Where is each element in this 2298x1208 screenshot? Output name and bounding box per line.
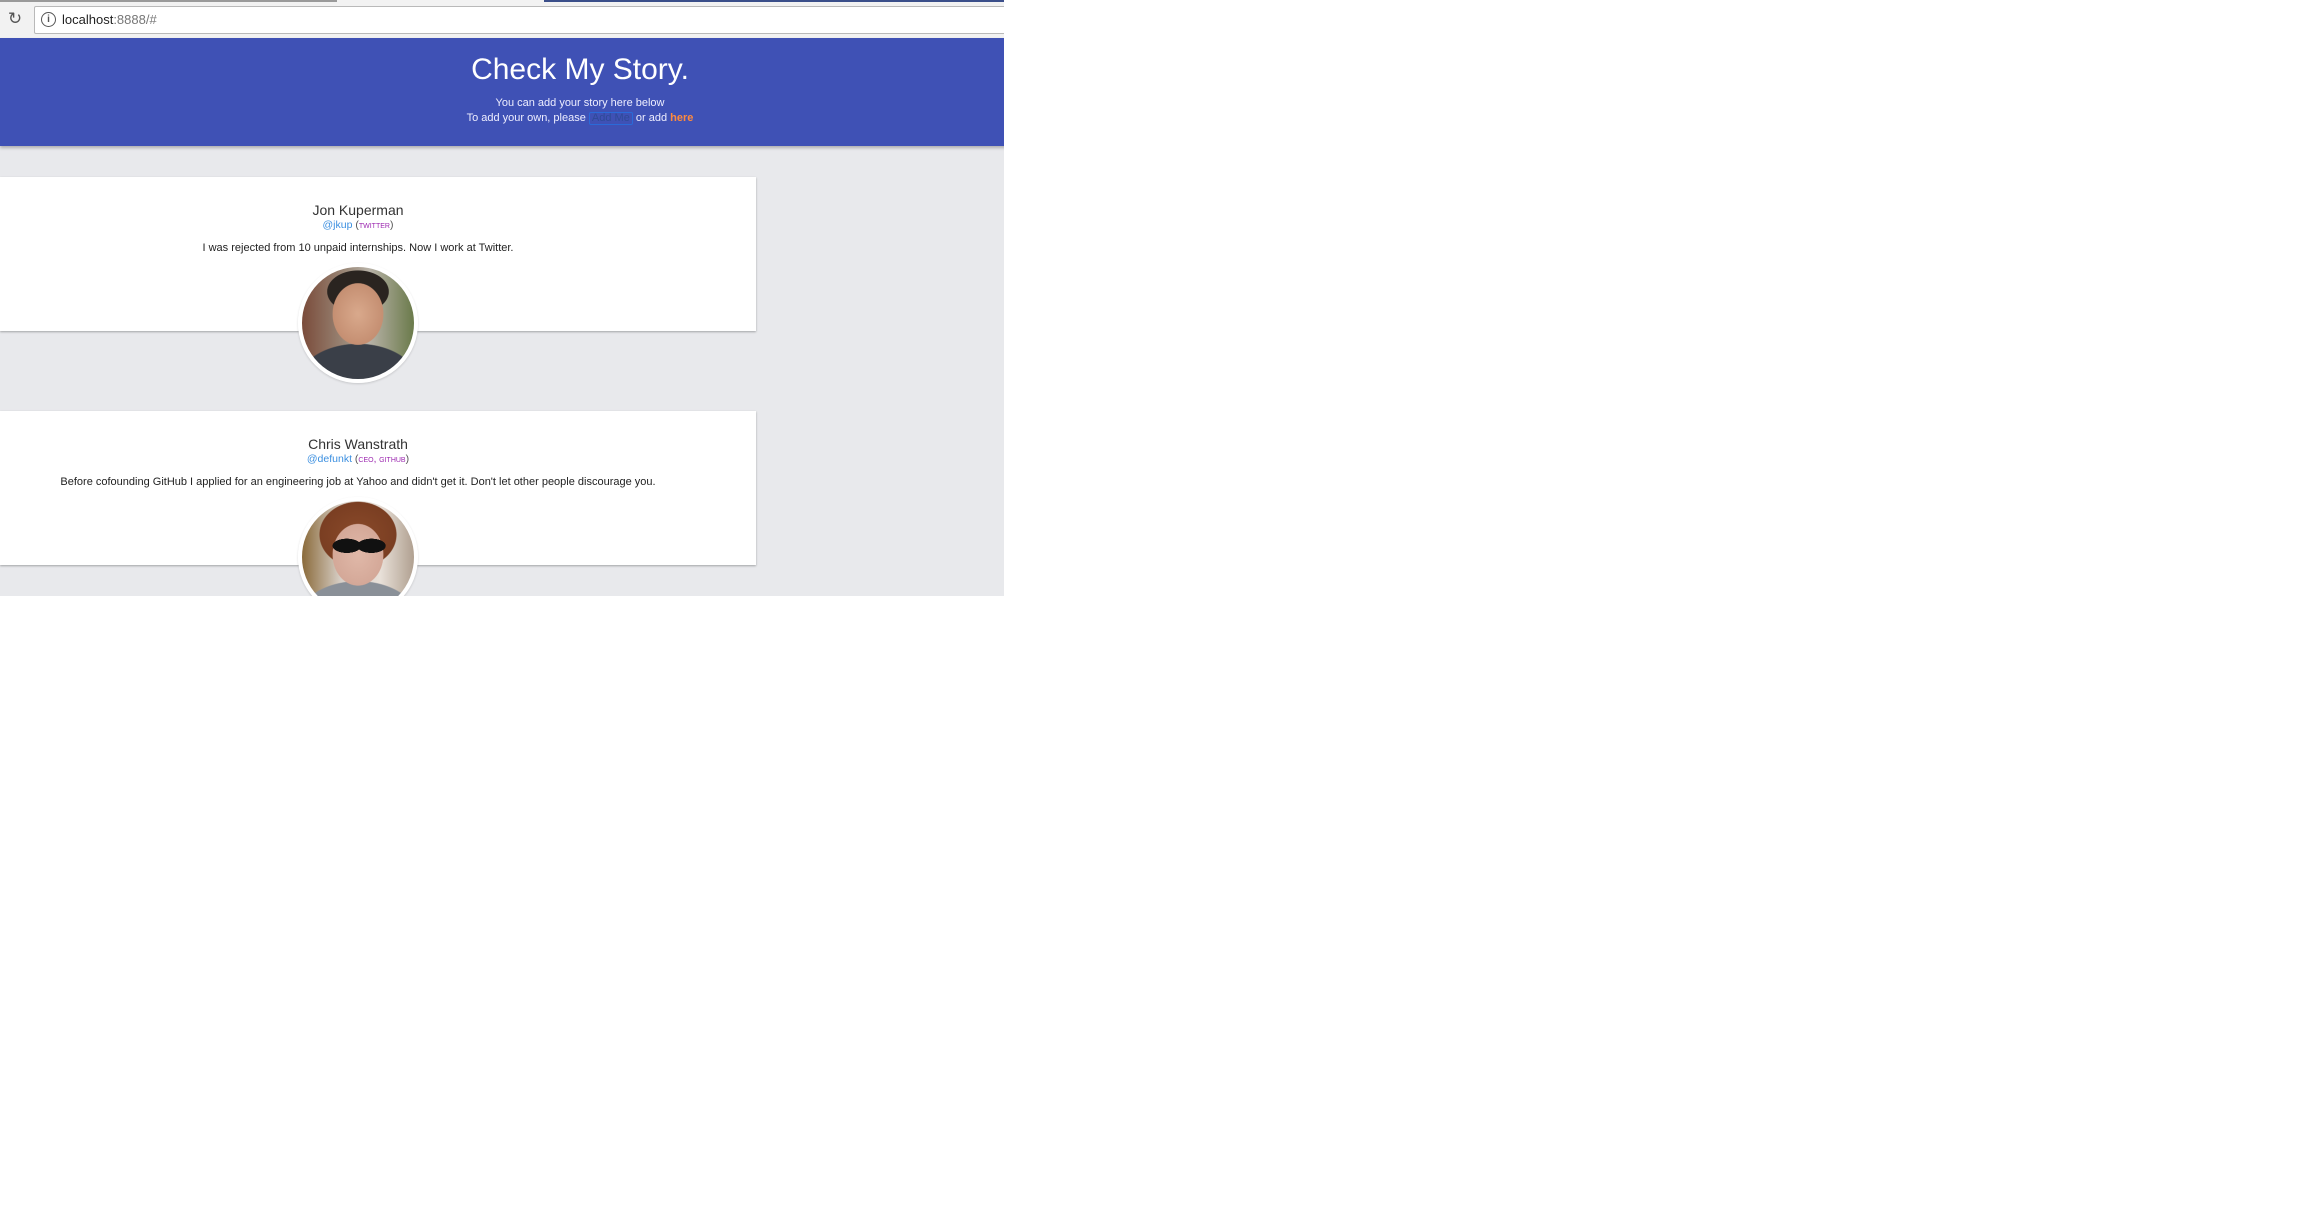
browser-toolbar: ↻ i localhost:8888/# bbox=[0, 4, 1004, 39]
avatar bbox=[298, 263, 418, 383]
url-host: localhost bbox=[62, 12, 114, 27]
story-name: Jon Kuperman bbox=[312, 202, 404, 218]
address-bar[interactable]: i localhost:8888/# bbox=[34, 6, 1004, 34]
story-handle-line: @defunkt (CEO, GITHUB) bbox=[306, 453, 410, 465]
handle-link[interactable]: @jkup bbox=[323, 219, 353, 231]
tab-active[interactable] bbox=[544, 0, 1004, 2]
story-text: I was rejected from 10 unpaid internship… bbox=[202, 242, 514, 254]
add-me-button[interactable]: Add Me bbox=[588, 112, 633, 125]
story-role: TWITTER bbox=[358, 220, 390, 231]
story-name: Chris Wanstrath bbox=[308, 436, 408, 452]
handle-link[interactable]: @defunkt bbox=[307, 453, 352, 465]
page-header: Check My Story. You can add your story h… bbox=[0, 38, 1004, 146]
story-role: CEO, GITHUB bbox=[358, 454, 406, 465]
add-instructions: To add your own, please Add Me or add he… bbox=[0, 111, 1004, 126]
story-handle-line: @jkup (TWITTER) bbox=[322, 219, 394, 231]
page-title: Check My Story. bbox=[471, 53, 689, 86]
url-text[interactable]: localhost:8888/# bbox=[62, 12, 157, 27]
url-path: :8888/# bbox=[113, 12, 157, 27]
here-link[interactable]: here bbox=[670, 112, 693, 124]
reload-icon[interactable]: ↻ bbox=[6, 10, 24, 28]
story-text: Before cofounding GitHub I applied for a… bbox=[60, 476, 656, 488]
page-subtitle: You can add your story here below bbox=[495, 97, 665, 109]
info-icon[interactable]: i bbox=[41, 12, 56, 27]
add-prefix: To add your own, please bbox=[466, 112, 586, 124]
browser-viewport: ↻ i localhost:8888/# Check My Story. You… bbox=[0, 0, 1004, 596]
tab-inactive[interactable] bbox=[0, 0, 337, 2]
add-middle: or add bbox=[635, 112, 668, 124]
